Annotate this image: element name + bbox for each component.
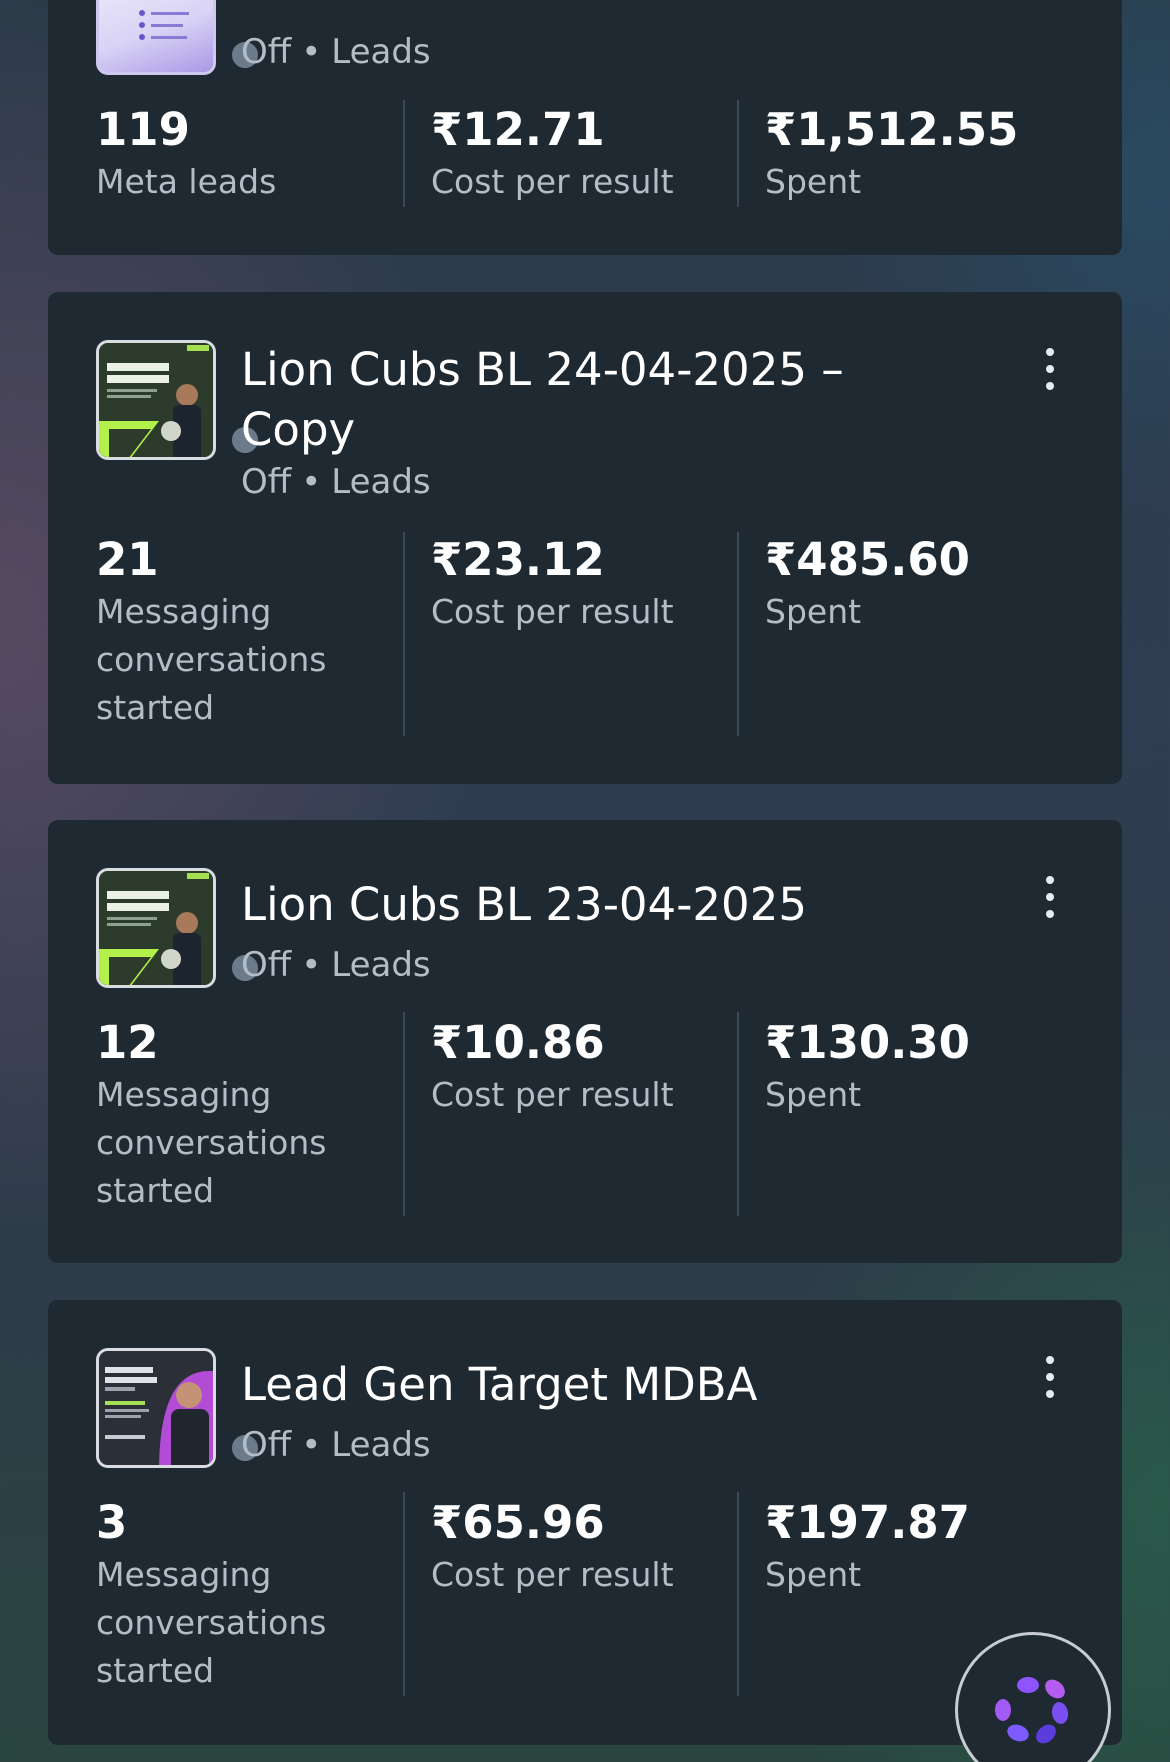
results-label: Meta leads (96, 162, 277, 201)
cost-metric: ₹12.71 Cost per result (431, 102, 691, 206)
results-metric: 21 Messaging conversations started (96, 532, 356, 732)
campaign-status: Off • Leads (241, 945, 431, 985)
more-vertical-icon (1046, 348, 1054, 356)
more-vertical-icon (1046, 1356, 1054, 1364)
spent-label: Spent (765, 1075, 862, 1114)
spent-metric: ₹485.60 Spent (765, 532, 1025, 636)
results-label: Messaging conversations started (96, 1075, 327, 1210)
cost-value: ₹23.12 (431, 533, 605, 586)
metric-divider (737, 100, 739, 207)
ad-thumbnail (96, 1348, 216, 1468)
results-metric: 3 Messaging conversations started (96, 1495, 356, 1695)
spent-label: Spent (765, 592, 862, 631)
campaign-card[interactable]: Lion Cubs BL 24-04-2025 – Copy Off • Leads… (48, 292, 1122, 784)
spent-value: ₹130.30 (765, 1016, 970, 1069)
cost-metric: ₹65.96 Cost per result (431, 1495, 691, 1599)
cost-metric: ₹23.12 Cost per result (431, 532, 691, 636)
assistant-button[interactable] (955, 1632, 1111, 1762)
metric-divider (403, 532, 405, 736)
ad-thumbnail (96, 868, 216, 988)
cost-label: Cost per result (431, 1555, 674, 1594)
thumbnail-graphic (139, 10, 189, 40)
campaign-status: Off • Leads (241, 32, 431, 72)
ad-thumbnail (96, 340, 216, 460)
metric-divider (403, 1492, 405, 1696)
thumbnail-graphic (99, 1351, 213, 1465)
spent-metric: ₹130.30 Spent (765, 1015, 1025, 1119)
results-metric: 12 Messaging conversations started (96, 1015, 356, 1215)
campaign-title[interactable]: Lion Cubs BL 24-04-2025 – Copy (241, 340, 881, 460)
more-vertical-icon (1046, 876, 1054, 884)
results-value: 3 (96, 1496, 128, 1549)
spent-label: Spent (765, 1555, 862, 1594)
cost-label: Cost per result (431, 592, 674, 631)
results-metric: 119 Meta leads (96, 102, 356, 206)
cost-metric: ₹10.86 Cost per result (431, 1015, 691, 1119)
spent-metric: ₹197.87 Spent (765, 1495, 1025, 1599)
thumbnail-graphic (99, 343, 213, 457)
cost-value: ₹65.96 (431, 1496, 605, 1549)
campaign-card[interactable]: Off • Leads 119 Meta leads ₹12.71 Cost per… (48, 0, 1122, 255)
cost-value: ₹12.71 (431, 103, 605, 156)
thumbnail-graphic (99, 871, 213, 985)
metric-divider (737, 532, 739, 736)
results-value: 119 (96, 103, 190, 156)
results-label: Messaging conversations started (96, 1555, 327, 1690)
results-value: 21 (96, 533, 159, 586)
metric-divider (403, 1012, 405, 1216)
results-value: 12 (96, 1016, 159, 1069)
spent-value: ₹1,512.55 (765, 103, 1019, 156)
results-label: Messaging conversations started (96, 592, 327, 727)
campaign-status: Off • Leads (241, 1425, 431, 1465)
ai-assistant-icon (995, 1677, 1069, 1744)
campaign-status: Off • Leads (241, 462, 431, 502)
ad-thumbnail (96, 0, 216, 75)
spent-value: ₹197.87 (765, 1496, 970, 1549)
more-options-button[interactable] (1044, 1356, 1056, 1400)
spent-metric: ₹1,512.55 Spent (765, 102, 1025, 206)
metric-divider (737, 1012, 739, 1216)
cost-label: Cost per result (431, 1075, 674, 1114)
metric-divider (403, 100, 405, 207)
more-options-button[interactable] (1044, 876, 1056, 920)
cost-label: Cost per result (431, 162, 674, 201)
spent-value: ₹485.60 (765, 533, 970, 586)
more-options-button[interactable] (1044, 348, 1056, 392)
campaign-title[interactable]: Lead Gen Target MDBA (241, 1355, 881, 1415)
campaign-card[interactable]: Lion Cubs BL 23-04-2025 Off • Leads 12 Mes… (48, 820, 1122, 1263)
spent-label: Spent (765, 162, 862, 201)
metric-divider (737, 1492, 739, 1696)
cost-value: ₹10.86 (431, 1016, 605, 1069)
campaign-title[interactable]: Lion Cubs BL 23-04-2025 (241, 875, 881, 935)
